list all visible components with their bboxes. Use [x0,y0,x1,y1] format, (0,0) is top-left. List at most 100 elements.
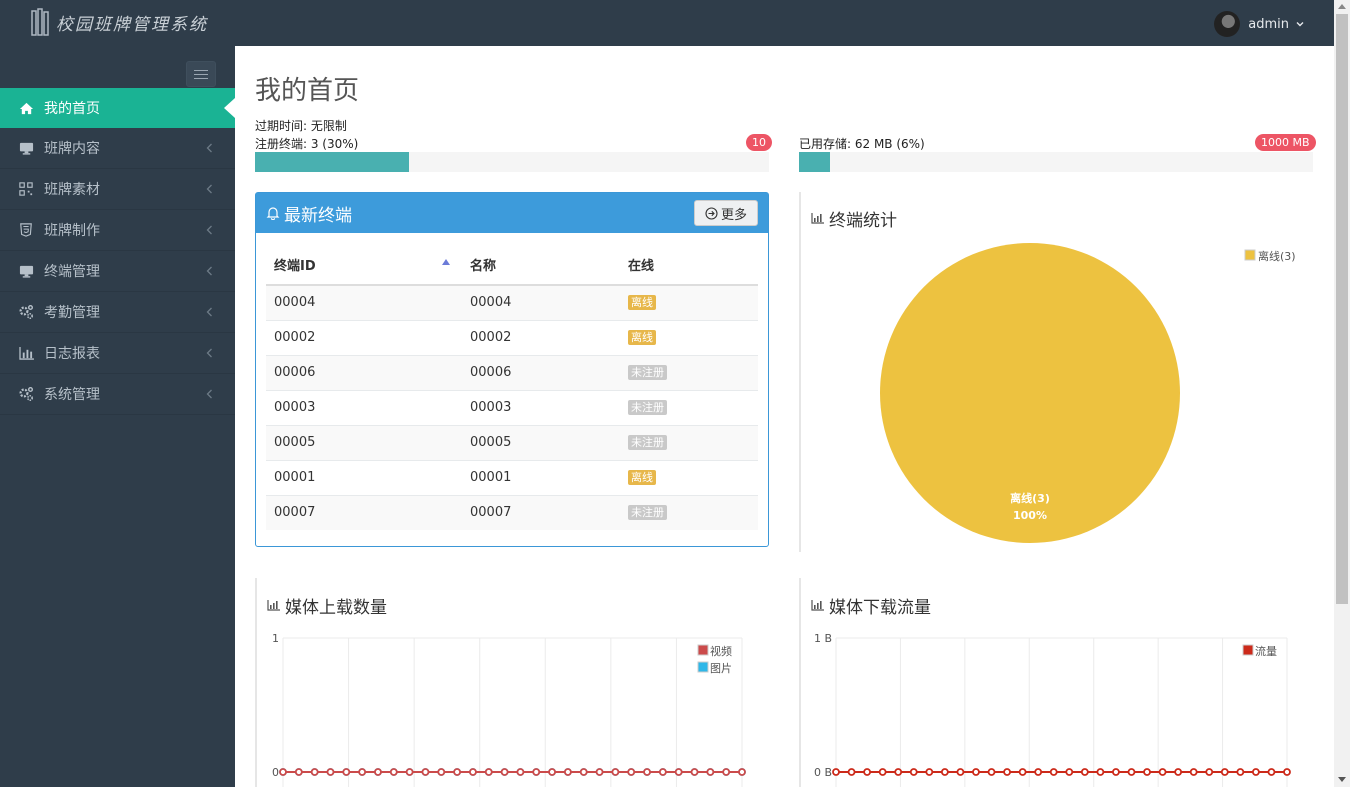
data-point[interactable] [358,768,367,776]
data-point[interactable] [500,768,509,776]
sidebar-item-label: 班牌制作 [44,223,100,239]
data-point[interactable] [342,768,351,776]
sidebar-item-6[interactable]: 日志报表 [0,333,235,374]
table-row[interactable]: 00004 00004 离线 [266,284,758,320]
sidebar-item-1[interactable]: 班牌内容 [0,128,235,169]
data-point[interactable] [658,768,667,776]
terminal-status-cell: 离线 [620,319,758,355]
data-point[interactable] [847,768,856,776]
terminal-id-cell: 00004 [266,284,462,320]
data-point[interactable] [579,768,588,776]
data-point[interactable] [453,768,462,776]
table-row[interactable]: 00005 00005 未注册 [266,424,758,460]
media-upload-title: 媒体上载数量 [267,593,387,618]
table-row[interactable]: 00007 00007 未注册 [266,494,758,530]
data-point[interactable] [374,768,382,776]
data-point[interactable] [532,768,541,776]
sidebar-item-4[interactable]: 终端管理 [0,251,235,292]
terminal-name-cell: 00003 [462,389,620,425]
column-header-id[interactable]: 终端ID [266,245,462,286]
data-point[interactable] [674,768,683,776]
table-row[interactable]: 00003 00003 未注册 [266,389,758,425]
data-point[interactable] [294,768,303,776]
data-point[interactable] [279,768,287,776]
data-point[interactable] [940,768,949,776]
data-point[interactable] [1158,768,1167,776]
data-point[interactable] [832,768,840,776]
terminal-name-cell: 00004 [462,284,620,320]
data-point[interactable] [1112,768,1120,776]
column-header-online[interactable]: 在线 [620,245,758,286]
data-point[interactable] [972,768,980,776]
data-point[interactable] [894,768,903,776]
data-point[interactable] [956,768,965,776]
more-button[interactable]: 更多 [694,200,758,226]
data-point[interactable] [437,768,446,776]
data-point[interactable] [706,768,715,776]
data-point[interactable] [548,768,556,776]
data-point[interactable] [1065,768,1074,776]
table-row[interactable]: 00002 00002 离线 [266,319,758,355]
data-point[interactable] [1080,768,1089,776]
data-point[interactable] [878,768,887,776]
sidebar-item-2[interactable]: 班牌素材 [0,169,235,210]
sidebar-menu: 我的首页班牌内容班牌素材班牌制作终端管理 考勤管理 日志报表 系统管理 [0,88,235,415]
data-point[interactable] [863,768,872,776]
sidebar-toggle-button[interactable] [186,61,216,87]
data-point[interactable] [1220,768,1229,776]
data-point[interactable] [987,768,996,776]
data-point[interactable] [1267,768,1276,776]
table-row[interactable]: 00006 00006 未注册 [266,354,758,390]
scroll-up-arrow-icon[interactable] [1338,4,1346,9]
sidebar-item-0[interactable]: 我的首页 [0,88,235,128]
data-point[interactable] [516,768,525,776]
data-point[interactable] [484,768,493,776]
data-point[interactable] [611,768,620,776]
scroll-down-arrow-icon[interactable] [1338,777,1346,782]
table-row[interactable]: 00001 00001 离线 [266,459,758,495]
data-point[interactable] [722,768,731,776]
app-logo[interactable]: 校园班牌管理系统 [30,6,208,38]
data-point[interactable] [595,768,604,776]
data-point[interactable] [643,768,651,776]
data-point[interactable] [469,768,477,776]
bell-icon [266,207,280,220]
user-menu[interactable]: admin [1214,11,1304,37]
data-point[interactable] [690,768,699,776]
data-point[interactable] [1189,768,1198,776]
data-point[interactable] [627,768,636,776]
terminal-id-cell: 00003 [266,389,462,425]
sidebar-item-3[interactable]: 班牌制作 [0,210,235,251]
column-header-name[interactable]: 名称 [462,245,620,286]
terminal-name-cell: 00002 [462,319,620,355]
data-point[interactable] [1283,768,1291,776]
legend-label: 离线(3) [1258,249,1296,263]
data-point[interactable] [1049,768,1058,776]
pie-slice-label: 离线(3) [1010,491,1050,505]
data-point[interactable] [1143,768,1151,776]
data-point[interactable] [326,768,335,776]
page-scrollbar[interactable] [1334,0,1350,787]
scroll-thumb[interactable] [1336,14,1348,604]
data-point[interactable] [1251,768,1260,776]
data-point[interactable] [1205,768,1214,776]
data-point[interactable] [1096,768,1105,776]
sidebar-item-7[interactable]: 系统管理 [0,374,235,415]
data-point[interactable] [1127,768,1136,776]
data-point[interactable] [405,768,414,776]
data-point[interactable] [1034,768,1043,776]
sidebar-item-5[interactable]: 考勤管理 [0,292,235,333]
data-point[interactable] [389,768,398,776]
legend-label: 图片 [710,662,732,675]
data-point[interactable] [909,768,918,776]
data-point[interactable] [925,768,934,776]
data-point[interactable] [1018,768,1027,776]
data-point[interactable] [421,768,430,776]
data-point[interactable] [738,768,746,776]
data-point[interactable] [1003,768,1011,776]
sidebar-item-label: 班牌内容 [44,141,100,157]
data-point[interactable] [563,768,572,776]
data-point[interactable] [1236,768,1245,776]
data-point[interactable] [1174,768,1183,776]
data-point[interactable] [310,768,319,776]
